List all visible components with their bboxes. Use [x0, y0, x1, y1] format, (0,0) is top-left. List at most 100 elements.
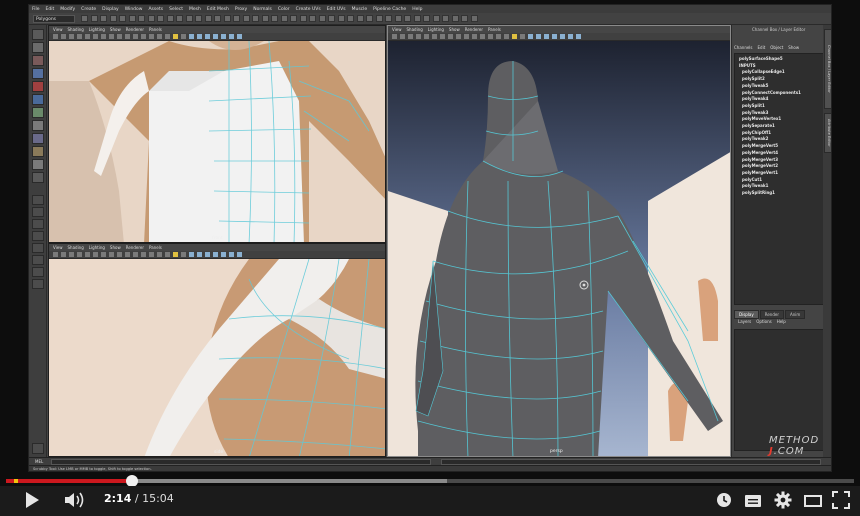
viewport-tool-icon[interactable] [504, 34, 509, 39]
status-tool-icon[interactable] [176, 15, 183, 22]
status-tool-icon[interactable] [252, 15, 259, 22]
channel-menu-object[interactable]: Object [770, 45, 783, 50]
theater-mode-button[interactable] [804, 493, 822, 512]
volume-button[interactable] [64, 491, 86, 513]
captions-button[interactable] [744, 493, 762, 512]
viewport-tool-icon[interactable] [181, 34, 186, 39]
tool-button[interactable] [32, 133, 44, 144]
tool-button[interactable] [32, 172, 44, 183]
status-tool-icon[interactable] [394, 15, 402, 22]
viewport-tool-icon[interactable] [197, 34, 202, 39]
channel-box-item[interactable]: polySplitRing1 [739, 190, 825, 197]
layer-tab-display[interactable]: Display [734, 310, 759, 319]
channel-box-item[interactable]: polyTweak3 [739, 110, 825, 117]
layer-tab-anim[interactable]: Anim [785, 310, 806, 319]
viewport-tool-icon[interactable] [456, 34, 461, 39]
status-tool-icon[interactable] [261, 15, 269, 22]
status-tool-icon[interactable] [451, 15, 459, 22]
viewport-tool-icon[interactable] [149, 252, 154, 257]
channel-box-list[interactable]: polySurfaceShape5 INPUTS polyCollapseEdge1… [734, 53, 830, 305]
viewport-tool-icon[interactable] [213, 252, 218, 257]
status-tool-icon[interactable] [100, 15, 107, 22]
status-tool-icon[interactable] [299, 15, 307, 22]
status-tool-icon[interactable] [337, 15, 345, 22]
menu-item-select[interactable]: Select [169, 7, 183, 12]
viewport-menu-panels[interactable]: Panels [149, 27, 162, 32]
layout-button[interactable] [32, 219, 44, 229]
fullscreen-button[interactable] [832, 491, 850, 513]
channel-box-item[interactable]: INPUTS [739, 63, 825, 70]
viewport-tool-icon[interactable] [496, 34, 501, 39]
viewport-menu-lighting[interactable]: Lighting [89, 245, 105, 250]
viewport-tool-icon[interactable] [133, 252, 138, 257]
tool-button[interactable] [32, 29, 44, 40]
channel-box-item[interactable]: polySplit1 [739, 103, 825, 110]
menu-item-color[interactable]: Color [278, 7, 290, 12]
mode-selector[interactable]: Polygons [33, 15, 75, 23]
status-tool-icon[interactable] [128, 15, 136, 22]
viewport-tool-icon[interactable] [432, 34, 437, 39]
layer-menu-options[interactable]: Options [756, 319, 771, 324]
viewport-tool-icon[interactable] [448, 34, 453, 39]
viewport-side[interactable]: View Shading Lighting Show Renderer Panels si… [48, 243, 386, 457]
menu-item-edit[interactable]: Edit [46, 7, 55, 12]
layer-list[interactable] [734, 329, 830, 451]
viewport-tool-icon[interactable] [157, 252, 162, 257]
menu-item-edit-uvs[interactable]: Edit UVs [327, 7, 346, 12]
script-editor-button[interactable] [32, 443, 44, 454]
viewport-front[interactable]: View Shading Lighting Show Renderer Panels fr… [48, 25, 386, 243]
viewport-tool-icon[interactable] [109, 252, 114, 257]
menu-item-pipeline-cache[interactable]: Pipeline Cache [373, 7, 406, 12]
layout-button[interactable] [32, 195, 44, 205]
menu-item-create-uvs[interactable]: Create UVs [296, 7, 321, 12]
channel-box-item[interactable]: polyMergeVert5 [739, 143, 825, 150]
status-tool-icon[interactable] [442, 15, 449, 22]
status-tool-icon[interactable] [214, 15, 221, 22]
menu-item-file[interactable]: File [32, 7, 40, 12]
channel-box-item[interactable]: polyMoveVertex1 [739, 116, 825, 123]
status-tool-icon[interactable] [233, 15, 240, 22]
menu-item-edit-mesh[interactable]: Edit Mesh [207, 7, 229, 12]
layout-button[interactable] [32, 231, 44, 241]
viewport-tool-icon[interactable] [520, 34, 525, 39]
viewport-tool-icon[interactable] [536, 34, 541, 39]
viewport-tool-icon[interactable] [229, 34, 234, 39]
viewport-tool-icon[interactable] [408, 34, 413, 39]
viewport-tool-icon[interactable] [576, 34, 581, 39]
viewport-tool-icon[interactable] [189, 34, 194, 39]
tool-button[interactable] [32, 146, 44, 157]
viewport-tool-icon[interactable] [53, 34, 58, 39]
viewport-menu-view[interactable]: View [53, 27, 63, 32]
viewport-menu-lighting[interactable]: Lighting [89, 27, 105, 32]
viewport-tool-icon[interactable] [165, 34, 170, 39]
viewport-menu-renderer[interactable]: Renderer [465, 27, 483, 32]
tool-button[interactable] [32, 42, 44, 53]
viewport-tool-icon[interactable] [101, 34, 106, 39]
status-tool-icon[interactable] [366, 15, 373, 22]
menu-item-normals[interactable]: Normals [253, 7, 272, 12]
viewport-tool-icon[interactable] [125, 34, 130, 39]
status-tool-icon[interactable] [309, 15, 316, 22]
viewport-tool-icon[interactable] [77, 34, 82, 39]
viewport-tool-icon[interactable] [237, 252, 242, 257]
menu-item-muscle[interactable]: Muscle [352, 7, 368, 12]
viewport-tool-icon[interactable] [213, 34, 218, 39]
status-tool-icon[interactable] [147, 15, 155, 22]
status-tool-icon[interactable] [470, 15, 478, 22]
tool-button[interactable] [32, 94, 44, 105]
status-tool-icon[interactable] [166, 15, 174, 22]
status-tool-icon[interactable] [119, 15, 126, 22]
viewport-tool-icon[interactable] [117, 34, 122, 39]
channel-box-item[interactable]: polyTweak1 [739, 183, 825, 190]
viewport-tool-icon[interactable] [472, 34, 477, 39]
status-tool-icon[interactable] [290, 15, 297, 22]
viewport-tool-icon[interactable] [133, 34, 138, 39]
viewport-tool-icon[interactable] [173, 34, 178, 39]
viewport-tool-icon[interactable] [189, 252, 194, 257]
menu-item-window[interactable]: Window [125, 7, 143, 12]
status-tool-icon[interactable] [109, 15, 117, 22]
viewport-tool-icon[interactable] [237, 34, 242, 39]
viewport-tool-icon[interactable] [512, 34, 517, 39]
status-tool-icon[interactable] [385, 15, 392, 22]
status-tool-icon[interactable] [423, 15, 430, 22]
